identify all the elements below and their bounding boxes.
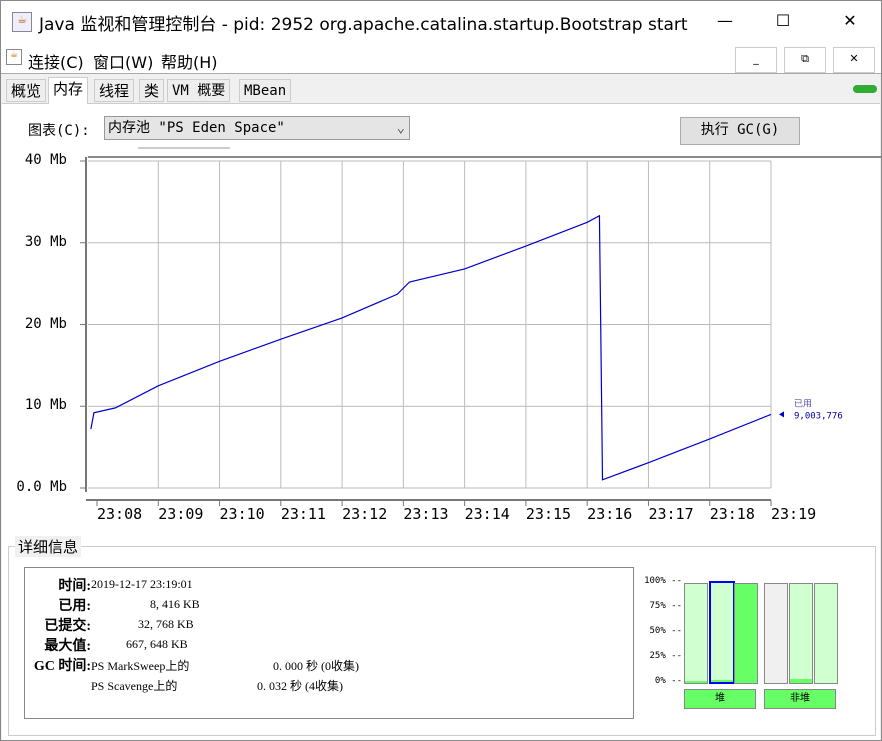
minimize-button[interactable]: — bbox=[696, 1, 754, 41]
chart-label: 图表(C): bbox=[28, 123, 90, 139]
inner-minimize-button[interactable]: _ bbox=[735, 47, 777, 73]
percent-label: 0% -- bbox=[654, 676, 682, 686]
x-tick-label: 23:19 bbox=[771, 505, 817, 523]
pool-usage-fill bbox=[711, 680, 733, 682]
nonheap-group-label[interactable]: 非堆 bbox=[764, 689, 836, 709]
heap-group-label[interactable]: 堆 bbox=[684, 689, 756, 709]
legend-label: 已用 bbox=[794, 398, 812, 409]
chevron-down-icon: ⌄ bbox=[396, 120, 405, 136]
percent-label: 100% -- bbox=[644, 576, 682, 586]
memory-chart: 已用 9,003,776 bbox=[80, 156, 881, 506]
used-label: 已用: bbox=[58, 599, 91, 614]
nonheap-pool-bar[interactable] bbox=[789, 583, 813, 684]
gc-scavenge-name: PS Scavenge上的 bbox=[91, 679, 178, 693]
menu-connect[interactable]: 连接(C) bbox=[28, 49, 84, 73]
inner-close-button[interactable]: ✕ bbox=[833, 47, 875, 73]
percent-label: 25% -- bbox=[649, 651, 682, 661]
details-title: 详细信息 bbox=[15, 536, 82, 557]
tab-overview[interactable]: 概览 bbox=[6, 79, 47, 102]
x-tick-label: 23:12 bbox=[342, 505, 388, 523]
heap-pool-bar[interactable] bbox=[734, 583, 758, 684]
heap-pool-bar[interactable] bbox=[709, 581, 735, 684]
y-tick-label: 10 Mb bbox=[24, 397, 67, 414]
y-tick-label: 20 Mb bbox=[24, 315, 67, 332]
x-tick-label: 23:09 bbox=[158, 505, 204, 523]
committed-value: 32, 768 KB bbox=[138, 617, 194, 631]
x-tick-label: 23:16 bbox=[587, 505, 633, 523]
java-icon: ☕ bbox=[6, 49, 22, 65]
tab-memory[interactable]: 内存 bbox=[48, 77, 89, 104]
menu-window[interactable]: 窗口(W) bbox=[93, 49, 153, 73]
inner-restore-button[interactable]: ⧉ bbox=[784, 47, 826, 73]
gc-time-label: GC 时间: bbox=[33, 659, 91, 674]
x-tick-label: 23:14 bbox=[464, 505, 510, 523]
tab-mbean[interactable]: MBean bbox=[239, 79, 292, 102]
maximize-button[interactable]: ☐ bbox=[754, 1, 812, 41]
gc-markSweep-name: PS MarkSweep上的 bbox=[91, 659, 190, 673]
window-title: Java 监视和管理控制台 - pid: 2952 org.apache.cat… bbox=[39, 15, 688, 35]
max-label: 最大值: bbox=[44, 639, 91, 654]
divider bbox=[138, 147, 230, 149]
max-value: 667, 648 KB bbox=[126, 637, 188, 651]
tab-classes[interactable]: 类 bbox=[139, 79, 165, 102]
menu-help[interactable]: 帮助(H) bbox=[161, 49, 218, 73]
legend-value: 9,003,776 bbox=[794, 411, 843, 421]
x-tick-label: 23:13 bbox=[403, 505, 449, 523]
y-tick-label: 30 Mb bbox=[24, 233, 67, 250]
connection-status-icon bbox=[853, 85, 877, 93]
percent-label: 50% -- bbox=[649, 626, 682, 636]
nonheap-pool-bar[interactable] bbox=[764, 583, 788, 684]
committed-label: 已提交: bbox=[44, 619, 91, 634]
nonheap-pool-bar[interactable] bbox=[814, 583, 838, 684]
tab-vm-summary[interactable]: VM 概要 bbox=[167, 79, 231, 102]
java-app-icon: ☕ bbox=[12, 12, 32, 32]
perform-gc-button[interactable]: 执行 GC(G) bbox=[680, 117, 800, 145]
time-value: 2019-12-17 23:19:01 bbox=[91, 577, 193, 591]
used-value: 8, 416 KB bbox=[150, 597, 200, 611]
x-tick-label: 23:11 bbox=[280, 505, 326, 523]
y-tick-label: 40 Mb bbox=[24, 152, 67, 168]
y-tick-label: 0.0 Mb bbox=[16, 479, 67, 495]
heap-pool-bar[interactable] bbox=[684, 583, 708, 684]
x-tick-label: 23:10 bbox=[219, 505, 265, 523]
pool-usage-fill bbox=[790, 679, 812, 683]
x-tick-label: 23:18 bbox=[709, 505, 755, 523]
chart-select[interactable]: 内存池 "PS Eden Space" ⌄ bbox=[104, 116, 410, 140]
x-tick-label: 23:08 bbox=[97, 505, 143, 523]
gc-markSweep-value: 0. 000 秒 (0收集) bbox=[273, 659, 359, 673]
legend-marker-icon bbox=[779, 411, 784, 418]
pool-usage-fill bbox=[685, 681, 707, 683]
time-label: 时间: bbox=[58, 579, 91, 594]
gc-scavenge-value: 0. 032 秒 (4收集) bbox=[257, 679, 343, 693]
title-bar: ☕ Java 监视和管理控制台 - pid: 2952 org.apache.c… bbox=[1, 1, 881, 41]
x-tick-label: 23:15 bbox=[525, 505, 572, 523]
close-button[interactable]: ✕ bbox=[821, 1, 879, 41]
details-info: 时间: 2019-12-17 23:19:01 已用: 8, 416 KB 已提… bbox=[24, 567, 634, 719]
x-tick-label: 23:17 bbox=[648, 505, 694, 523]
chart-select-value: 内存池 "PS Eden Space" bbox=[108, 120, 285, 136]
pool-usage-fill bbox=[735, 584, 757, 683]
percent-label: 75% -- bbox=[649, 601, 682, 611]
tab-threads[interactable]: 线程 bbox=[94, 79, 135, 102]
